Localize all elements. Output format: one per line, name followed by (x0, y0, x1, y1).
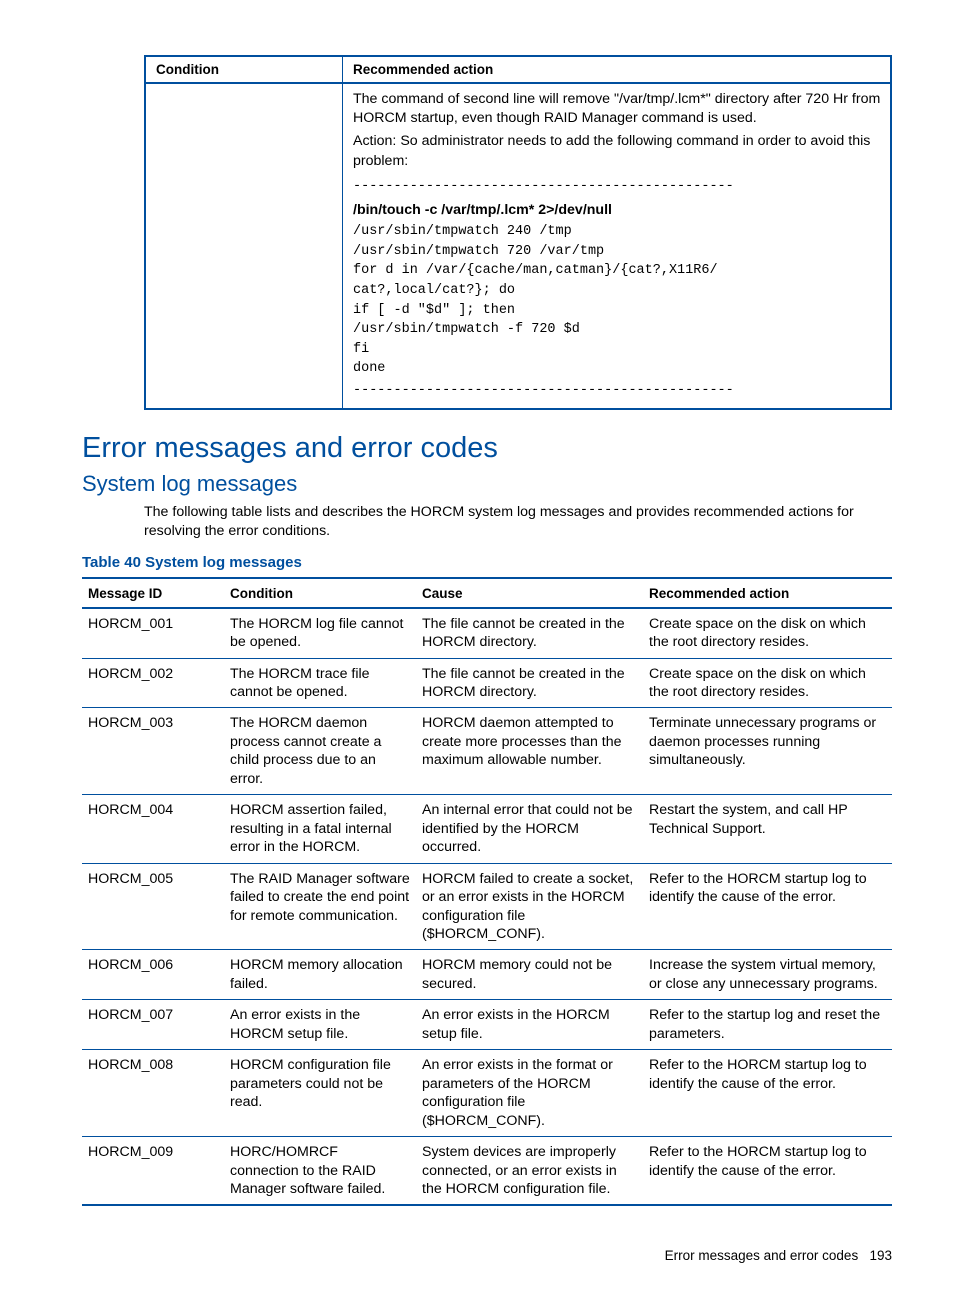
cell-cause: System devices are improperly connected,… (416, 1137, 643, 1206)
cell-id: HORCM_003 (82, 708, 224, 795)
cell-id: HORCM_001 (82, 608, 224, 658)
cell-action: Create space on the disk on which the ro… (643, 608, 892, 658)
table-row: HORCM_001The HORCM log file cannot be op… (82, 608, 892, 658)
cell-action: Create space on the disk on which the ro… (643, 658, 892, 708)
cell-action: Increase the system virtual memory, or c… (643, 950, 892, 1000)
cell-action: Refer to the startup log and reset the p… (643, 1000, 892, 1050)
code-line-3: cat?,local/cat?}; do (353, 281, 884, 301)
th-action: Recommended action (343, 56, 892, 83)
cell-id: HORCM_002 (82, 658, 224, 708)
page-footer: Error messages and error codes 193 (82, 1248, 892, 1263)
intro-text: The following table lists and describes … (144, 503, 892, 541)
th-cause: Cause (416, 578, 643, 608)
cell-cause: The file cannot be created in the HORCM … (416, 608, 643, 658)
cell-action: Refer to the HORCM startup log to identi… (643, 1050, 892, 1137)
system-log-messages-table: Message ID Condition Cause Recommended a… (82, 577, 892, 1207)
cell-cause: HORCM memory could not be secured. (416, 950, 643, 1000)
cell-action: Restart the system, and call HP Technica… (643, 795, 892, 863)
heading-error-messages: Error messages and error codes (82, 432, 892, 465)
td-action-content: The command of second line will remove "… (343, 83, 892, 409)
cell-id: HORCM_009 (82, 1137, 224, 1206)
cell-id: HORCM_007 (82, 1000, 224, 1050)
cell-id: HORCM_006 (82, 950, 224, 1000)
cell-cond: HORCM assertion failed, resulting in a f… (224, 795, 416, 863)
action-para-2: Action: So administrator needs to add th… (353, 132, 884, 170)
table-row: HORCM_005The RAID Manager software faile… (82, 863, 892, 950)
cell-cond: The HORCM log file cannot be opened. (224, 608, 416, 658)
table-row: HORCM_004HORCM assertion failed, resulti… (82, 795, 892, 863)
touch-command: /bin/touch -c /var/tmp/.lcm* 2>/dev/null (353, 202, 884, 218)
cell-id: HORCM_005 (82, 863, 224, 950)
cell-cond: HORC/HOMRCF connection to the RAID Manag… (224, 1137, 416, 1206)
th-condition: Condition (145, 56, 343, 83)
cell-action: Terminate unnecessary programs or daemon… (643, 708, 892, 795)
heading-system-log: System log messages (82, 471, 892, 497)
cell-cond: The HORCM trace file cannot be opened. (224, 658, 416, 708)
table-row: HORCM_008HORCM configuration file parame… (82, 1050, 892, 1137)
table-row: HORCM_006HORCM memory allocation failed.… (82, 950, 892, 1000)
cell-cond: An error exists in the HORCM setup file. (224, 1000, 416, 1050)
cell-id: HORCM_004 (82, 795, 224, 863)
code-line-7: done (353, 359, 884, 379)
code-line-2: for d in /var/{cache/man,catman}/{cat?,X… (353, 261, 884, 281)
cell-action: Refer to the HORCM startup log to identi… (643, 863, 892, 950)
separator-top: ----------------------------------------… (353, 177, 884, 197)
code-line-5: /usr/sbin/tmpwatch -f 720 $d (353, 320, 884, 340)
cell-id: HORCM_008 (82, 1050, 224, 1137)
cell-action: Refer to the HORCM startup log to identi… (643, 1137, 892, 1206)
table-row: HORCM_003The HORCM daemon process cannot… (82, 708, 892, 795)
cell-cond: HORCM configuration file parameters coul… (224, 1050, 416, 1137)
code-line-0: /usr/sbin/tmpwatch 240 /tmp (353, 222, 884, 242)
cell-cause: An error exists in the format or paramet… (416, 1050, 643, 1137)
code-line-4: if [ -d "$d" ]; then (353, 301, 884, 321)
cell-cause: An internal error that could not be iden… (416, 795, 643, 863)
th-recommended: Recommended action (643, 578, 892, 608)
cell-cond: The HORCM daemon process cannot create a… (224, 708, 416, 795)
table-row: HORCM_009HORC/HOMRCF connection to the R… (82, 1137, 892, 1206)
cell-cause: HORCM failed to create a socket, or an e… (416, 863, 643, 950)
code-line-6: fi (353, 340, 884, 360)
td-condition-empty (145, 83, 343, 409)
cell-cause: The file cannot be created in the HORCM … (416, 658, 643, 708)
footer-page: 193 (869, 1248, 892, 1263)
table-caption: Table 40 System log messages (82, 554, 892, 571)
cell-cond: The RAID Manager software failed to crea… (224, 863, 416, 950)
table-row: HORCM_002The HORCM trace file cannot be … (82, 658, 892, 708)
footer-text: Error messages and error codes (665, 1248, 859, 1263)
action-para-1: The command of second line will remove "… (353, 90, 884, 128)
table-row: HORCM_007An error exists in the HORCM se… (82, 1000, 892, 1050)
cell-cond: HORCM memory allocation failed. (224, 950, 416, 1000)
th-condition: Condition (224, 578, 416, 608)
cell-cause: HORCM daemon attempted to create more pr… (416, 708, 643, 795)
code-line-1: /usr/sbin/tmpwatch 720 /var/tmp (353, 242, 884, 262)
separator-bottom: ----------------------------------------… (353, 381, 884, 401)
condition-action-table: Condition Recommended action The command… (144, 55, 892, 410)
cell-cause: An error exists in the HORCM setup file. (416, 1000, 643, 1050)
th-message-id: Message ID (82, 578, 224, 608)
